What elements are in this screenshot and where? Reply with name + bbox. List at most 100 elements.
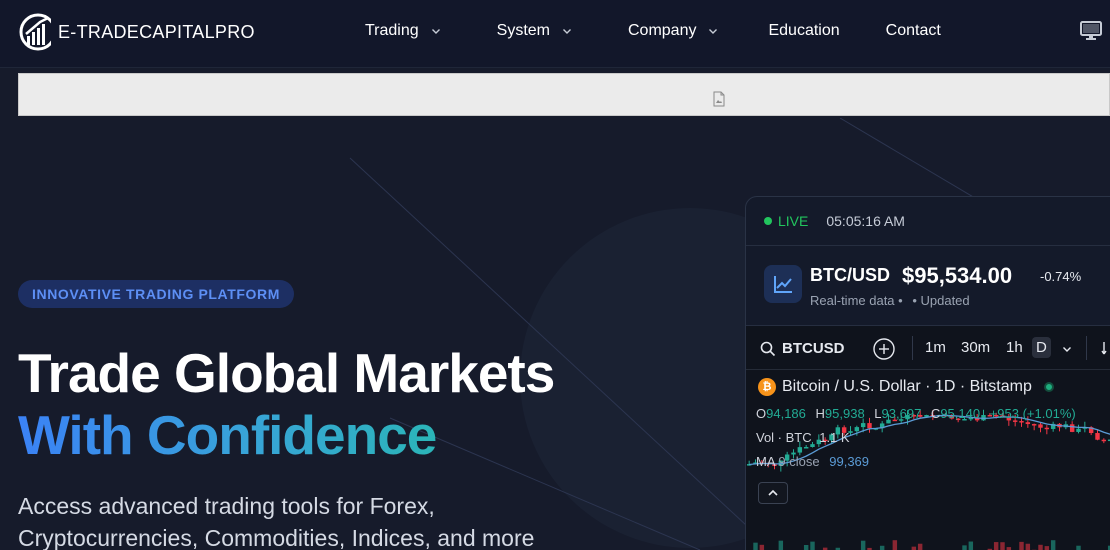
nav-contact[interactable]: Contact <box>886 22 941 40</box>
volume-bar <box>778 540 784 550</box>
tf-d[interactable]: D <box>1032 337 1051 358</box>
nav-contact-label: Contact <box>885 22 941 39</box>
candle-body <box>1038 424 1043 428</box>
ohlc-high: 95,938 <box>824 406 865 421</box>
nav-company-label: Company <box>628 22 697 39</box>
volume-bar <box>968 541 974 550</box>
candle-body <box>1044 427 1050 430</box>
volume-bar <box>1000 542 1005 550</box>
candle-body <box>803 447 809 449</box>
candle-body <box>1031 424 1037 426</box>
candle-body <box>860 423 866 428</box>
chart-toolbar: BTCUSD 1m 30m 1h D <box>746 326 1110 370</box>
search-icon <box>760 341 776 356</box>
nav-system-label: System <box>496 22 550 39</box>
volume-readout: Vol · BTC 1.1 K <box>756 430 850 445</box>
tf-30m[interactable]: 30m <box>961 339 990 356</box>
candle-body <box>1095 433 1100 440</box>
candle-body <box>854 427 860 432</box>
monitor-icon[interactable] <box>1080 21 1102 41</box>
live-status: LIVE 05:05:16 AM <box>764 213 905 229</box>
ticker-price: $95,534.00 <box>902 263 1013 288</box>
updated-label: • Updated <box>912 293 970 308</box>
nav-links: Trading System Company Education Contact <box>365 22 941 40</box>
volume-bar <box>917 543 923 550</box>
live-time: 05:05:16 AM <box>826 213 905 229</box>
volume-bar <box>879 545 885 550</box>
volume-bar <box>759 544 765 550</box>
nav-education[interactable]: Education <box>768 22 839 40</box>
ma-label: MA <box>756 454 775 469</box>
candle-body <box>1019 421 1024 423</box>
market-widget: LIVE 05:05:16 AM BTC/USD $95,534.00 -0.7… <box>745 196 1110 550</box>
ticker-pair: BTC/USD <box>810 265 890 285</box>
chart-caption-text: Bitcoin / U.S. Dollar · 1D · Bitstamp <box>782 378 1032 395</box>
chevron-down-icon <box>563 29 571 34</box>
candle-body <box>867 423 872 429</box>
ohlc-change: +953 (+1.01%) <box>989 406 1076 421</box>
collapse-legend-button[interactable] <box>758 482 788 504</box>
volume-bar <box>1038 544 1043 550</box>
ticker-change: -0.74% <box>1040 269 1082 284</box>
broken-image-icon <box>713 91 725 107</box>
nav-trading-label: Trading <box>365 22 419 39</box>
hero-title-line2: With Confidence <box>18 404 437 466</box>
volume-value: 1.1 K <box>819 430 850 445</box>
symbol-search[interactable]: BTCUSD <box>760 340 845 357</box>
chart-caption: ₿ Bitcoin / U.S. Dollar · 1D · Bitstamp <box>758 378 1054 396</box>
symbol-label: BTCUSD <box>782 340 845 357</box>
ohlc-readout: O94,186 H95,938 L93,697 C95,140 +953 (+1… <box>756 406 1076 421</box>
interval-icon[interactable] <box>1100 340 1110 356</box>
volume-bar <box>860 540 866 550</box>
realtime-note: Real-time data • • Updated <box>810 293 970 308</box>
chevron-up-icon <box>768 489 778 496</box>
chevron-down-icon <box>431 29 440 34</box>
ohlc-close: 95,140 <box>940 406 981 421</box>
chevron-down-icon[interactable] <box>1062 344 1072 354</box>
hero-badge: INNOVATIVE TRADING PLATFORM <box>18 280 294 308</box>
ticker-icon-box <box>764 265 802 303</box>
toolbar-divider <box>912 336 913 360</box>
realtime-label: Real-time data • <box>810 293 903 308</box>
market-open-dot-icon <box>1043 382 1054 392</box>
add-compare-icon[interactable] <box>872 337 896 361</box>
volume-bar <box>803 544 809 550</box>
volume-bar <box>1044 546 1050 550</box>
nav-system[interactable]: System <box>497 22 572 40</box>
candle-body <box>1076 428 1081 432</box>
ohlc-low: 93,697 <box>881 406 922 421</box>
hero-subtitle: Access advanced trading tools for Forex,… <box>18 490 618 550</box>
ohlc-open: 94,186 <box>766 406 806 421</box>
volume-bar <box>911 546 917 550</box>
volume-bar <box>1050 540 1056 550</box>
candle-body <box>1025 422 1031 425</box>
volume-bar <box>810 541 815 550</box>
top-nav: E-TRADECAPITALPRO Trading System Company… <box>0 0 1110 68</box>
volume-bar <box>892 540 898 550</box>
ma-value: 99,369 <box>829 454 870 469</box>
tradingview-chart[interactable]: BTCUSD 1m 30m 1h D ₿ Bitcoin / U.S. Doll… <box>746 325 1110 550</box>
logo[interactable]: E-TRADECAPITALPRO <box>18 12 255 52</box>
widget-divider <box>746 245 1110 246</box>
volume-label: Vol · BTC <box>756 430 812 445</box>
ad-banner-placeholder[interactable] <box>18 73 1110 116</box>
tf-1h[interactable]: 1h <box>1006 339 1023 356</box>
ma-readout: MA 9 close 99,369 <box>756 454 869 469</box>
hero-title-line1: Trade Global Markets <box>18 342 555 404</box>
logo-chart-icon <box>19 13 58 51</box>
volume-bar <box>993 542 999 550</box>
volume-bar <box>1019 541 1024 550</box>
volume-bar <box>962 545 967 550</box>
bitcoin-logo-icon: ₿ <box>758 378 776 396</box>
logo-text: E-TRADECAPITALPRO <box>58 21 255 42</box>
nav-education-label: Education <box>768 22 840 39</box>
volume-bar <box>1076 545 1081 550</box>
ma-sub: 9 close <box>778 454 820 469</box>
chevron-down-icon <box>709 29 718 34</box>
tf-1m[interactable]: 1m <box>925 339 946 356</box>
nav-trading[interactable]: Trading <box>365 22 441 40</box>
candle-body <box>1069 424 1075 432</box>
live-dot-icon <box>764 217 772 225</box>
volume-bar <box>753 542 758 550</box>
nav-company[interactable]: Company <box>628 22 718 40</box>
